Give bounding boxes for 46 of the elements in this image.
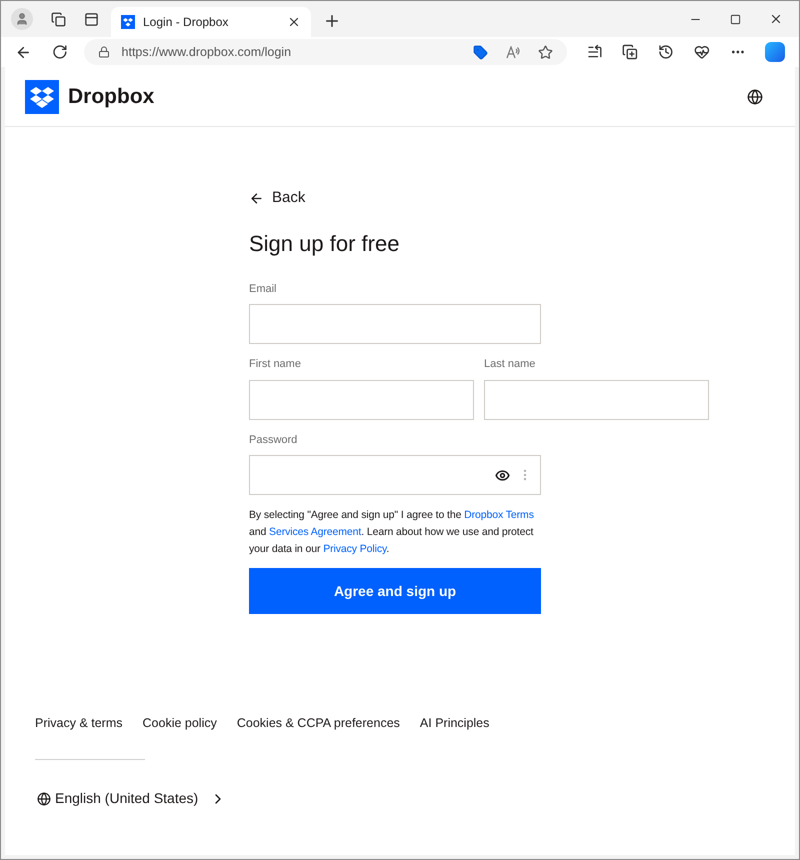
field-label: First name bbox=[249, 357, 302, 372]
input-field[interactable] bbox=[484, 380, 709, 420]
field-label: Last name bbox=[484, 357, 536, 372]
footer-link[interactable]: Privacy & terms bbox=[35, 714, 123, 733]
terms-link[interactable]: Privacy Policy bbox=[323, 543, 386, 555]
close-window-icon[interactable] bbox=[769, 12, 783, 26]
password-field[interactable] bbox=[249, 455, 541, 495]
field-label: Password bbox=[249, 432, 298, 448]
footer-link[interactable]: Cookies & CCPA preferences bbox=[236, 714, 400, 733]
dropbox-logo-icon bbox=[25, 80, 59, 114]
input-field[interactable] bbox=[249, 380, 474, 420]
new-tab-icon[interactable] bbox=[323, 12, 341, 30]
field-label: Email bbox=[249, 282, 278, 296]
maximize-icon[interactable] bbox=[730, 14, 741, 24]
back-link[interactable]: Back bbox=[249, 187, 306, 210]
profile-icon[interactable] bbox=[11, 8, 33, 30]
address-bar[interactable]: https://www.dropbox.com/login bbox=[84, 39, 567, 65]
lock-icon bbox=[98, 46, 110, 58]
language-icon[interactable] bbox=[747, 88, 763, 104]
footer-link[interactable]: AI Principles bbox=[420, 714, 490, 733]
tab-title: Login - Dropbox bbox=[143, 14, 230, 31]
favorite-icon[interactable] bbox=[538, 44, 553, 60]
agree-and-sign-up-button[interactable]: Agree and sign up bbox=[249, 568, 541, 614]
brand-name: Dropbox bbox=[68, 84, 156, 110]
page-title: Sign up for free bbox=[249, 230, 400, 258]
terms-link[interactable]: Services Agreement bbox=[269, 526, 362, 538]
show-password-icon[interactable] bbox=[495, 468, 510, 482]
reload-icon[interactable] bbox=[52, 44, 68, 60]
tag-icon[interactable] bbox=[472, 44, 488, 60]
globe-icon bbox=[37, 792, 51, 806]
terms-link[interactable]: Dropbox Terms bbox=[464, 509, 534, 521]
input-field[interactable] bbox=[249, 304, 541, 344]
collections-icon[interactable] bbox=[622, 44, 638, 60]
close-icon[interactable] bbox=[287, 15, 301, 29]
favicon-icon bbox=[121, 15, 135, 29]
footer-link[interactable]: Cookie policy bbox=[142, 714, 217, 733]
history-icon[interactable] bbox=[658, 44, 674, 60]
terms-text: By selecting "Agree and sign up" I agree to the Dropbox Terms and Services Agreement. Learn about how we use and protect your data in our Privacy Policy. bbox=[249, 508, 535, 557]
url-text: https://www.dropbox.com/login bbox=[122, 44, 292, 61]
read-aloud-icon[interactable] bbox=[506, 46, 520, 58]
health-icon[interactable] bbox=[694, 44, 710, 60]
workspaces-icon[interactable] bbox=[51, 12, 66, 26]
browser-tab[interactable]: Login - Dropbox bbox=[111, 7, 311, 37]
tab-actions-icon[interactable] bbox=[84, 12, 99, 26]
favorites-icon[interactable] bbox=[586, 44, 602, 60]
language-selector[interactable]: English (United States) bbox=[37, 788, 226, 809]
